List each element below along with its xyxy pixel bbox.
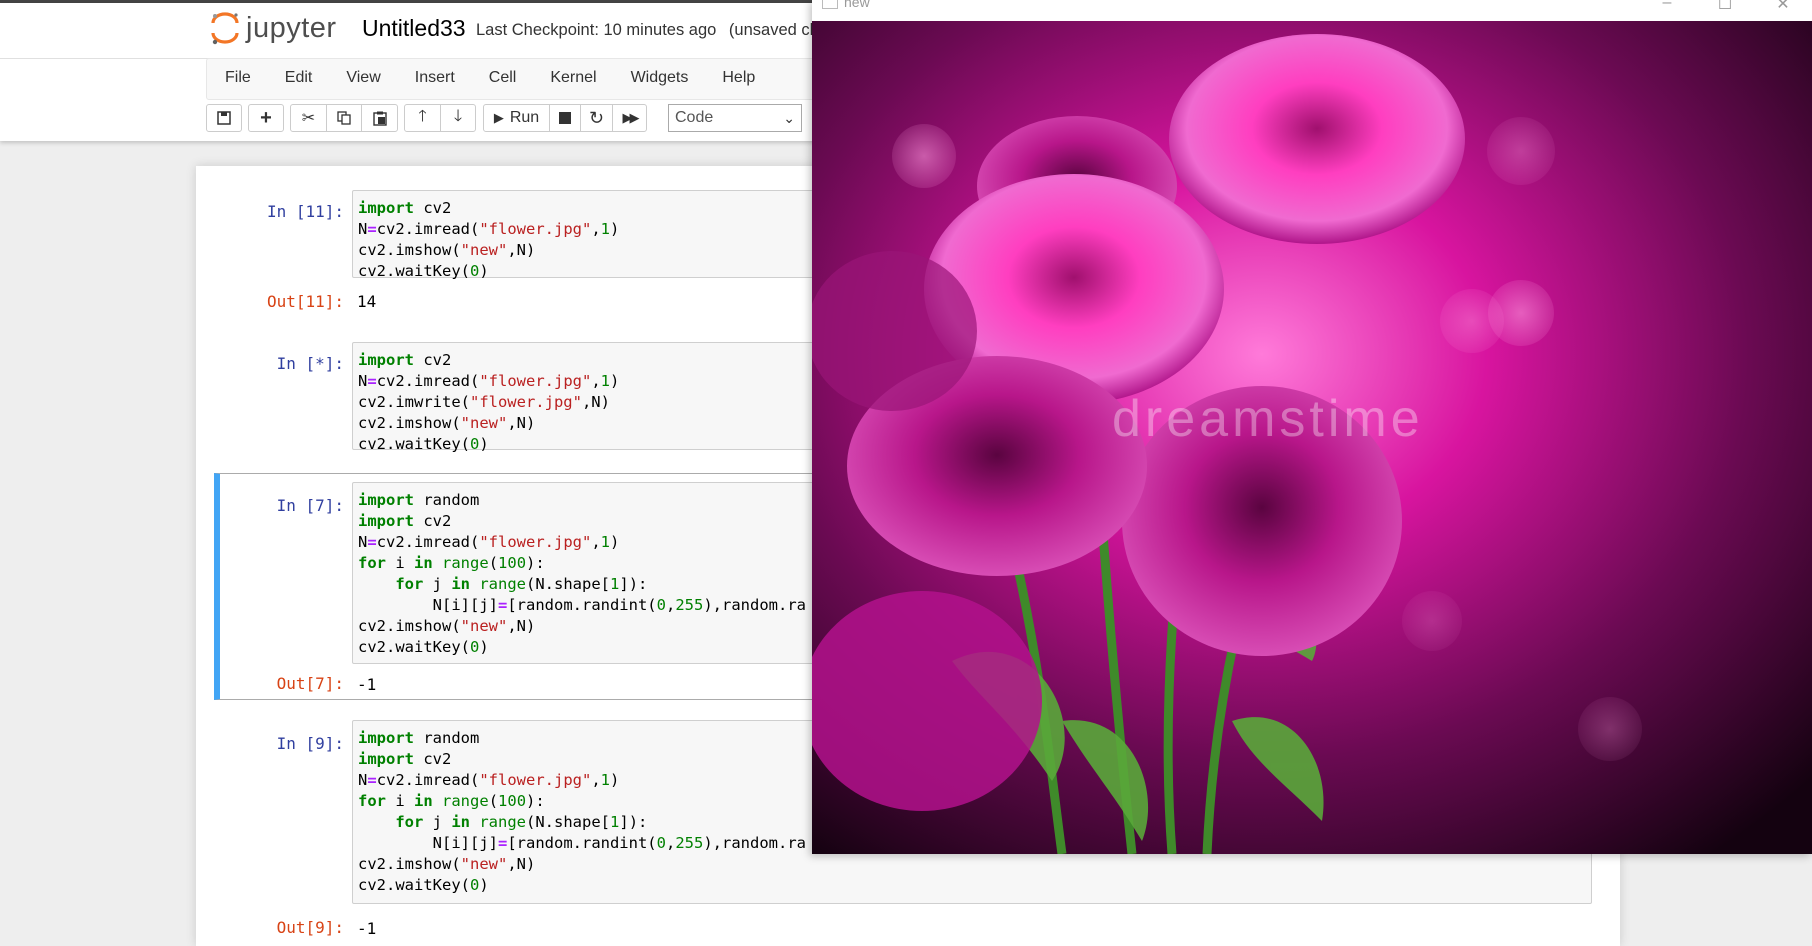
- menu-file[interactable]: File: [207, 58, 267, 98]
- menubar: File Edit View Insert Cell Kernel Widget…: [207, 58, 771, 98]
- scissors-icon: ✂: [301, 110, 316, 127]
- cut-button[interactable]: ✂: [290, 104, 327, 132]
- checkpoint-text: Last Checkpoint: 10 minutes ago: [476, 21, 717, 39]
- output-text: 14: [357, 292, 377, 311]
- menu-cell[interactable]: Cell: [471, 58, 533, 98]
- insert-cell-button[interactable]: +: [248, 104, 284, 132]
- arrow-up-icon: 🡑: [418, 107, 427, 125]
- output-prompt: Out[7]:: [276, 674, 344, 693]
- menu-view[interactable]: View: [328, 58, 396, 98]
- paste-icon: [372, 111, 387, 126]
- play-icon: ▶: [493, 110, 504, 125]
- move-down-button[interactable]: 🡓: [440, 104, 476, 132]
- unsaved-status: (unsaved ch: [728, 21, 819, 39]
- jupyter-logo[interactable]: jupyter: [210, 11, 337, 45]
- cell-type-select[interactable]: Code ⌄: [668, 104, 802, 132]
- window-app-icon: [822, 0, 838, 9]
- image-window-titlebar[interactable]: new: [822, 0, 870, 10]
- input-prompt: In [7]:: [276, 496, 344, 515]
- arrow-down-icon: 🡓: [453, 107, 463, 125]
- output-text: -1: [357, 919, 377, 938]
- output-prompt: Out[11]:: [266, 292, 344, 311]
- restart-run-all-button[interactable]: ▶▶: [612, 104, 647, 132]
- minimize-button[interactable]: –: [1638, 0, 1696, 18]
- window-controls: – ☐ ✕: [1638, 0, 1812, 18]
- image-window-title: new: [844, 0, 870, 10]
- close-icon: ✕: [1776, 0, 1790, 13]
- interrupt-button[interactable]: [549, 104, 581, 132]
- copy-icon: [337, 111, 351, 125]
- cell-type-value: Code: [675, 109, 714, 126]
- close-button[interactable]: ✕: [1754, 0, 1812, 18]
- jupyter-wordmark: jupyter: [246, 11, 337, 44]
- maximize-button[interactable]: ☐: [1696, 0, 1754, 18]
- save-button[interactable]: [206, 104, 242, 132]
- save-icon: [217, 111, 231, 125]
- flower-image: dreamstime: [812, 21, 1812, 854]
- watermark-text: dreamstime: [1112, 390, 1424, 448]
- notebook-title[interactable]: Untitled33: [362, 15, 466, 42]
- paste-button[interactable]: [361, 104, 398, 132]
- menu-insert[interactable]: Insert: [397, 58, 471, 98]
- menu-widgets[interactable]: Widgets: [613, 58, 705, 98]
- plus-icon: +: [260, 106, 272, 129]
- checkpoint-status: Last Checkpoint: 10 minutes ago (unsaved…: [476, 21, 819, 40]
- minimize-icon: –: [1662, 0, 1672, 11]
- run-button-label: Run: [509, 109, 540, 126]
- stop-icon: [559, 112, 571, 124]
- menu-edit[interactable]: Edit: [267, 58, 329, 98]
- restart-icon: ↻: [588, 107, 605, 128]
- input-prompt: In [9]:: [276, 734, 344, 753]
- fast-forward-icon: ▶▶: [622, 110, 640, 125]
- input-prompt: In [11]:: [266, 202, 344, 221]
- image-window[interactable]: new – ☐ ✕ dreamstime: [812, 0, 1812, 854]
- run-button[interactable]: ▶ Run: [483, 104, 550, 132]
- menu-help[interactable]: Help: [704, 58, 771, 98]
- move-up-button[interactable]: 🡑: [404, 104, 441, 132]
- output-prompt: Out[9]:: [276, 918, 344, 937]
- restart-button[interactable]: ↻: [580, 104, 613, 132]
- output-text: -1: [357, 675, 377, 694]
- chevron-down-icon: ⌄: [783, 110, 795, 126]
- maximize-icon: ☐: [1717, 0, 1733, 13]
- menu-kernel[interactable]: Kernel: [532, 58, 612, 98]
- jupyter-logo-icon: [210, 11, 240, 45]
- input-prompt: In [*]:: [276, 354, 344, 373]
- copy-button[interactable]: [326, 104, 362, 132]
